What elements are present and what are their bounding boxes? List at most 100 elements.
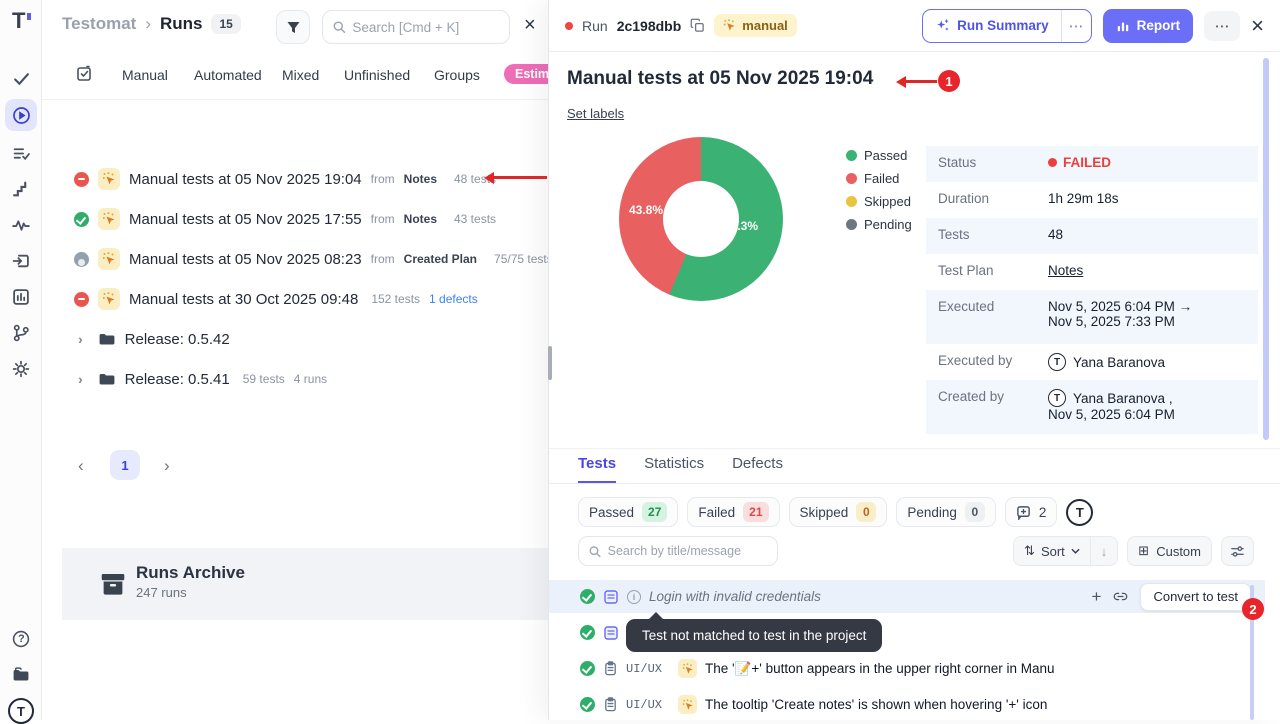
- runs-nav-active[interactable]: [5, 99, 37, 131]
- settings-icon[interactable]: [12, 360, 30, 378]
- test-plan-link[interactable]: Notes: [1048, 254, 1083, 278]
- left-panel-scrollbar[interactable]: [548, 346, 552, 380]
- run-title: Manual tests at 05 Nov 2025 08:23: [129, 251, 362, 268]
- import-icon[interactable]: [12, 252, 30, 270]
- tasks-icon[interactable]: [12, 70, 30, 88]
- manual-badge-label: manual: [742, 18, 788, 33]
- run-summary-more-icon[interactable]: ⋯: [1061, 10, 1091, 42]
- info-row-plan: Test Plan Notes: [926, 254, 1258, 290]
- set-labels-link[interactable]: Set labels: [567, 106, 624, 121]
- custom-view-button[interactable]: ⊞ Custom: [1127, 536, 1212, 566]
- tab-unfinished[interactable]: Unfinished: [344, 67, 410, 83]
- search-icon: [589, 545, 601, 558]
- more-actions-icon[interactable]: ⋯: [1204, 11, 1240, 41]
- sort-control: ⇅ Sort ↓: [1013, 536, 1118, 566]
- search-input[interactable]: [352, 20, 499, 35]
- assignee-avatar[interactable]: T: [1066, 499, 1093, 526]
- test-row-3[interactable]: UI/UX The '📝+' button appears in the upp…: [549, 652, 1265, 685]
- user-avatar[interactable]: T: [8, 698, 34, 724]
- close-panel-icon[interactable]: ×: [1251, 18, 1264, 34]
- analytics-icon[interactable]: [12, 288, 30, 306]
- steps-icon[interactable]: [12, 180, 30, 198]
- test-row-4[interactable]: UI/UX The tooltip 'Create notes' is show…: [549, 688, 1265, 721]
- expand-chevron-icon[interactable]: ›: [78, 371, 83, 387]
- folder-row-1[interactable]: › Release: 0.5.42: [78, 330, 230, 348]
- created-by-name: Yana Baranova ,: [1073, 391, 1173, 406]
- runs-count-badge: 15: [211, 14, 240, 34]
- manual-run-icon: [98, 248, 120, 270]
- page-1-button[interactable]: 1: [110, 450, 140, 480]
- run-row-2[interactable]: Manual tests at 05 Nov 2025 17:55 from N…: [74, 208, 496, 230]
- test-title: The tooltip 'Create notes' is shown when…: [705, 697, 1047, 712]
- branch-icon[interactable]: [12, 324, 30, 342]
- tab-manual[interactable]: Manual: [122, 67, 168, 83]
- pending-dot: [846, 219, 857, 230]
- sliders-icon: [1230, 544, 1245, 559]
- run-row-3[interactable]: Manual tests at 05 Nov 2025 08:23 from C…: [74, 248, 553, 270]
- sort-direction-button[interactable]: ↓: [1090, 537, 1118, 565]
- tab-mixed[interactable]: Mixed: [282, 67, 319, 83]
- run-tests-count: 152 tests: [371, 292, 420, 306]
- test-row-1[interactable]: i Login with invalid credentials + Conve…: [549, 580, 1265, 613]
- failed-status-icon: [74, 292, 89, 307]
- expand-chevron-icon[interactable]: ›: [78, 331, 83, 347]
- select-runs-icon[interactable]: [76, 65, 93, 82]
- chip-passed[interactable]: Passed27: [578, 497, 678, 527]
- manual-badge: manual: [714, 14, 797, 37]
- list-tools: ⇅ Sort ↓ ⊞ Custom: [1013, 536, 1254, 566]
- report-button[interactable]: Report: [1103, 9, 1194, 43]
- chip-pending[interactable]: Pending0: [896, 497, 996, 527]
- prev-page-icon[interactable]: ‹: [78, 456, 84, 476]
- tests-search[interactable]: [578, 536, 778, 566]
- tab-statistics[interactable]: Statistics: [644, 455, 704, 484]
- panel-scrollbar[interactable]: [1263, 58, 1269, 440]
- manual-test-icon: [678, 659, 697, 678]
- failed-dot: [1048, 158, 1057, 167]
- pulse-icon[interactable]: [12, 216, 30, 234]
- help-icon[interactable]: ?: [12, 630, 30, 648]
- global-search[interactable]: [322, 10, 510, 44]
- chip-comments[interactable]: 2: [1005, 497, 1058, 527]
- breadcrumb-project[interactable]: Testomat: [62, 14, 136, 34]
- detail-tabs: Tests Statistics Defects: [578, 455, 783, 484]
- tab-groups[interactable]: Groups: [434, 67, 480, 83]
- passed-status-icon: [580, 661, 595, 676]
- chip-skipped[interactable]: Skipped0: [789, 497, 888, 527]
- run-id: 2c198dbb: [617, 18, 682, 34]
- header-actions: Run Summary ⋯ Report ⋯ ×: [922, 9, 1264, 43]
- manual-run-icon: [98, 208, 120, 230]
- created-by-date: Nov 5, 2025 6:04 PM: [1048, 407, 1175, 422]
- run-detail-title: Manual tests at 05 Nov 2025 19:04: [567, 68, 873, 90]
- display-settings-button[interactable]: [1221, 536, 1254, 566]
- projects-icon[interactable]: [12, 666, 30, 684]
- convert-to-test-button[interactable]: Convert to test: [1140, 583, 1251, 611]
- run-row-4[interactable]: Manual tests at 30 Oct 2025 09:48 152 te…: [74, 288, 478, 310]
- run-title: Manual tests at 30 Oct 2025 09:48: [129, 291, 358, 308]
- chip-failed[interactable]: Failed21: [687, 497, 779, 527]
- tab-defects[interactable]: Defects: [732, 455, 783, 484]
- copy-icon[interactable]: [690, 18, 705, 33]
- testomat-logo-icon[interactable]: T: [12, 12, 30, 30]
- tab-tests[interactable]: Tests: [578, 455, 616, 484]
- link-icon[interactable]: [1113, 589, 1128, 604]
- tests-search-input[interactable]: [608, 544, 767, 558]
- sort-arrows-icon: ⇅: [1024, 543, 1035, 559]
- run-summary-button[interactable]: Run Summary: [923, 10, 1061, 42]
- checklist-icon[interactable]: [12, 145, 30, 163]
- filter-button[interactable]: [276, 10, 310, 44]
- folder-icon: [98, 370, 116, 388]
- note-icon: [603, 625, 619, 641]
- run-detail-header: Run 2c198dbb manual Run Summary ⋯ Report…: [549, 0, 1280, 52]
- next-page-icon[interactable]: ›: [164, 456, 170, 476]
- passed-status-icon: [580, 589, 595, 604]
- run-row-1[interactable]: Manual tests at 05 Nov 2025 19:04 from N…: [74, 168, 496, 190]
- clear-search-icon[interactable]: ×: [524, 17, 536, 33]
- folder-row-2[interactable]: › Release: 0.5.41 59 tests 4 runs: [78, 370, 327, 388]
- run-source: Created Plan: [404, 252, 477, 266]
- run-defects-link[interactable]: 1 defects: [429, 292, 478, 306]
- annotation-marker-2: 2: [1242, 598, 1264, 620]
- add-icon[interactable]: +: [1092, 587, 1102, 607]
- passed-count-badge: 27: [642, 502, 667, 522]
- tab-automated[interactable]: Automated: [194, 67, 262, 83]
- sort-button[interactable]: ⇅ Sort: [1014, 537, 1090, 565]
